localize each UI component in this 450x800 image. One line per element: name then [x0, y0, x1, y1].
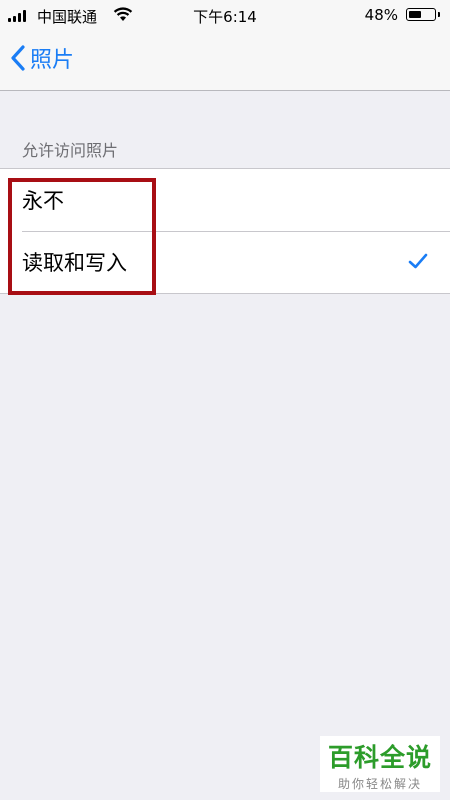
status-bar: 中国联通 下午6:14 48%	[0, 0, 450, 30]
photo-access-options: 永不 读取和写入	[0, 168, 450, 294]
watermark-subtitle: 助你轻松解决	[337, 777, 422, 791]
option-read-and-write[interactable]: 读取和写入	[0, 231, 450, 293]
option-label: 永不	[22, 189, 64, 213]
section-header: 允许访问照片	[22, 141, 119, 160]
battery-cap	[438, 12, 440, 17]
option-never[interactable]: 永不	[0, 169, 450, 231]
chevron-left-icon	[11, 45, 25, 71]
checkmark-icon	[408, 253, 428, 269]
watermark-title: 百科全说	[327, 743, 432, 772]
battery-percentage: 48%	[364, 6, 398, 24]
battery-level-fill	[409, 11, 421, 18]
navigation-bar: 照片	[0, 30, 450, 91]
back-button[interactable]: 照片	[10, 42, 74, 74]
watermark: 百科全说 助你轻松解决	[320, 736, 440, 792]
option-label: 读取和写入	[22, 251, 127, 275]
battery-icon	[406, 8, 436, 21]
back-button-label: 照片	[30, 48, 75, 73]
